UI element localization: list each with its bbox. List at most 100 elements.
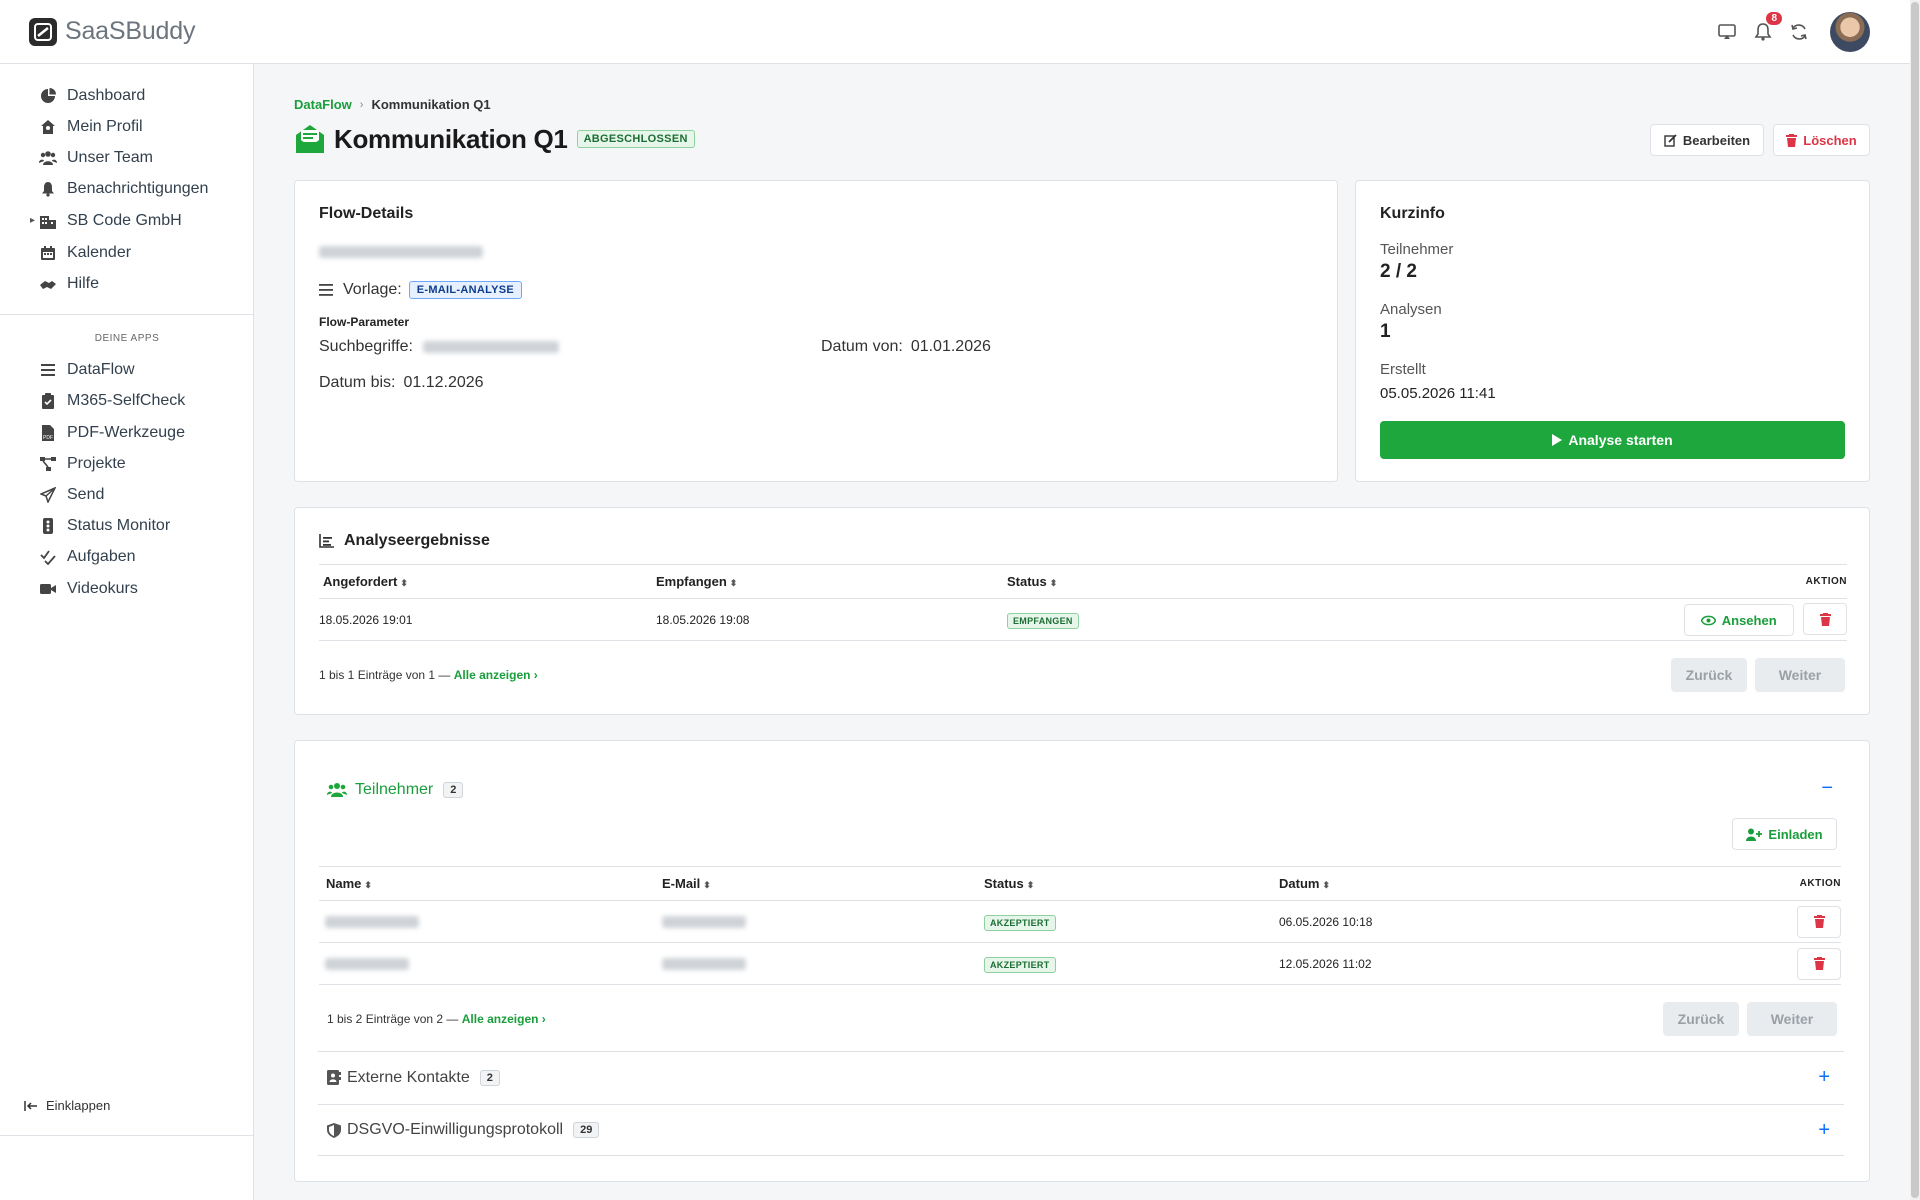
sidebar-item-label: Dashboard (67, 87, 146, 104)
delete-participant-button[interactable] (1797, 947, 1841, 980)
scrollbar-thumb[interactable] (1911, 2, 1919, 1198)
sidebar-item-label: Videokurs (67, 580, 138, 597)
next-page-button[interactable]: Weiter (1755, 658, 1845, 692)
sidebar-app-videokurs[interactable]: Videokurs (38, 577, 138, 601)
sidebar-app-m365-selfcheck[interactable]: M365-SelfCheck (38, 389, 185, 413)
sidebar-item-dashboard[interactable]: Dashboard (38, 84, 145, 108)
template-badge: E-MAIL-ANALYSE (408, 281, 523, 299)
sidebar-app-send[interactable]: Send (38, 483, 104, 507)
sidebar-item-benachrichtigungen[interactable]: Benachrichtigungen (38, 177, 208, 201)
sidebar-item-sb-code-gmbh[interactable]: SB Code GmbH (38, 209, 182, 233)
collapse-sidebar-button[interactable]: Einklappen (24, 1098, 110, 1113)
created-label: Erstellt (1380, 361, 1426, 378)
sidebar-app-status-monitor[interactable]: Status Monitor (38, 514, 170, 538)
sidebar-item-hilfe[interactable]: Hilfe (38, 272, 99, 296)
page-title: Kommunikation Q1 (334, 123, 568, 154)
prev-page-button[interactable]: Zurück (1663, 1002, 1739, 1036)
sidebar-item-mein-profil[interactable]: Mein Profil (38, 115, 143, 139)
next-page-button[interactable]: Weiter (1747, 1002, 1837, 1036)
col-empfangen[interactable]: Empfangen ⬍ (656, 564, 1007, 599)
view-result-button[interactable]: Ansehen (1683, 604, 1794, 636)
user-avatar[interactable] (1830, 12, 1870, 52)
view-label: Ansehen (1721, 612, 1777, 628)
name-cell (319, 900, 662, 943)
sidebar: Dashboard Mein Profil Unser Team Benachr… (0, 64, 254, 1200)
action-cell (1629, 900, 1841, 943)
brand-logo[interactable]: SaaSBuddy (29, 17, 195, 46)
shield-icon (327, 1122, 341, 1138)
mail-envelope-icon (294, 123, 326, 155)
col-status[interactable]: Status ⬍ (984, 866, 1279, 901)
participants-count-badge: 2 (443, 782, 464, 798)
sidebar-item-label: DataFlow (67, 361, 135, 378)
date-cell: 06.05.2026 10:18 (1279, 900, 1629, 943)
sidebar-app-dataflow[interactable]: DataFlow (38, 358, 135, 382)
gdpr-log-title: DSGVO-Einwilligungsprotokoll (347, 1121, 564, 1138)
show-all-link[interactable]: Alle anzeigen › (454, 668, 538, 682)
template-row: Vorlage: E-MAIL-ANALYSE (319, 281, 523, 299)
tasks-icon (38, 547, 58, 567)
col-angefordert[interactable]: Angefordert ⬍ (319, 564, 656, 599)
gdpr-log-accordion[interactable]: DSGVO-Einwilligungsprotokoll 29 + (318, 1104, 1844, 1156)
edit-button[interactable]: Bearbeiten (1650, 124, 1764, 156)
table-row: AKZEPTIERT 12.05.2026 11:02 (319, 942, 1841, 985)
page-scrollbar[interactable] (1910, 0, 1920, 1200)
sidebar-item-label: M365-SelfCheck (67, 392, 186, 409)
collapse-minus-icon[interactable]: − (1821, 777, 1833, 800)
refresh-icon[interactable] (1788, 21, 1810, 43)
bell-icon[interactable]: 8 (1752, 12, 1782, 43)
expand-plus-icon[interactable]: + (1818, 1066, 1830, 1089)
sidebar-item-unser-team[interactable]: Unser Team (38, 146, 153, 170)
start-analysis-button[interactable]: Analyse starten (1380, 421, 1845, 459)
results-table: Angefordert ⬍ Empfangen ⬍ Status ⬍ AKTION 1… (319, 564, 1847, 641)
col-email[interactable]: E-Mail ⬍ (662, 866, 984, 901)
search-terms-value (423, 341, 559, 353)
building-icon (38, 211, 58, 231)
received-cell: 18.05.2026 19:08 (656, 598, 1007, 641)
delete-result-button[interactable] (1803, 603, 1847, 635)
sidebar-item-kalender[interactable]: Kalender (38, 241, 131, 265)
participants-table: Name ⬍ E-Mail ⬍ Status ⬍ Datum ⬍ AKTION AKZE… (319, 866, 1841, 985)
prev-page-button[interactable]: Zurück (1671, 658, 1747, 692)
edit-label: Bearbeiten (1682, 132, 1751, 148)
expand-plus-icon[interactable]: + (1818, 1119, 1830, 1142)
delete-participant-button[interactable] (1797, 905, 1841, 938)
col-name[interactable]: Name ⬍ (319, 866, 662, 901)
participants-label: Teilnehmer (1380, 241, 1454, 258)
col-datum[interactable]: Datum ⬍ (1279, 866, 1629, 901)
analyses-value: 1 (1380, 321, 1391, 342)
breadcrumb-parent-link[interactable]: DataFlow (294, 97, 352, 112)
participants-accordion-header[interactable]: Teilnehmer 2 (327, 781, 464, 799)
sort-icon: ⬍ (729, 578, 738, 588)
logo-icon (29, 17, 57, 46)
trash-icon (1813, 957, 1825, 970)
sort-icon: ⬍ (364, 880, 372, 890)
status-badge: ABGESCHLOSSEN (576, 130, 695, 148)
sidebar-app-pdf-werkzeuge[interactable]: PDF PDF-Werkzeuge (38, 421, 185, 445)
analyses-label: Analysen (1380, 301, 1442, 318)
analysis-results-card: Analyseergebnisse Angefordert ⬍ Empfangen… (294, 507, 1870, 715)
col-status[interactable]: Status ⬍ (1007, 564, 1547, 599)
sidebar-app-aufgaben[interactable]: Aufgaben (38, 545, 136, 569)
show-all-link[interactable]: Alle anzeigen › (462, 1012, 546, 1026)
date-from-row: Datum von: 01.01.2026 (821, 338, 991, 356)
sidebar-item-label: Kalender (67, 244, 132, 261)
status-badge: AKZEPTIERT (984, 956, 1056, 973)
invite-button[interactable]: Einladen (1732, 818, 1837, 850)
project-icon (38, 454, 58, 474)
external-contacts-accordion[interactable]: Externe Kontakte 2 + (318, 1051, 1844, 1103)
action-cell: Ansehen (1547, 598, 1847, 641)
action-cell (1629, 942, 1841, 985)
table-row: AKZEPTIERT 06.05.2026 10:18 (319, 900, 1841, 943)
chart-bar-icon (319, 534, 334, 548)
flow-params-title: Flow-Parameter (319, 315, 410, 329)
sidebar-app-projekte[interactable]: Projekte (38, 452, 126, 476)
flow-details-card: Flow-Details Vorlage: E-MAIL-ANALYSE Flo… (294, 180, 1338, 482)
quick-info-title: Kurzinfo (1380, 205, 1445, 222)
screen-share-icon[interactable] (1716, 21, 1738, 43)
expand-caret-icon[interactable]: ▸ (30, 215, 35, 226)
status-cell: AKZEPTIERT (984, 900, 1279, 943)
delete-button[interactable]: Löschen (1773, 124, 1870, 156)
date-to-label: Datum bis: (319, 374, 396, 391)
invite-label: Einladen (1768, 826, 1823, 842)
